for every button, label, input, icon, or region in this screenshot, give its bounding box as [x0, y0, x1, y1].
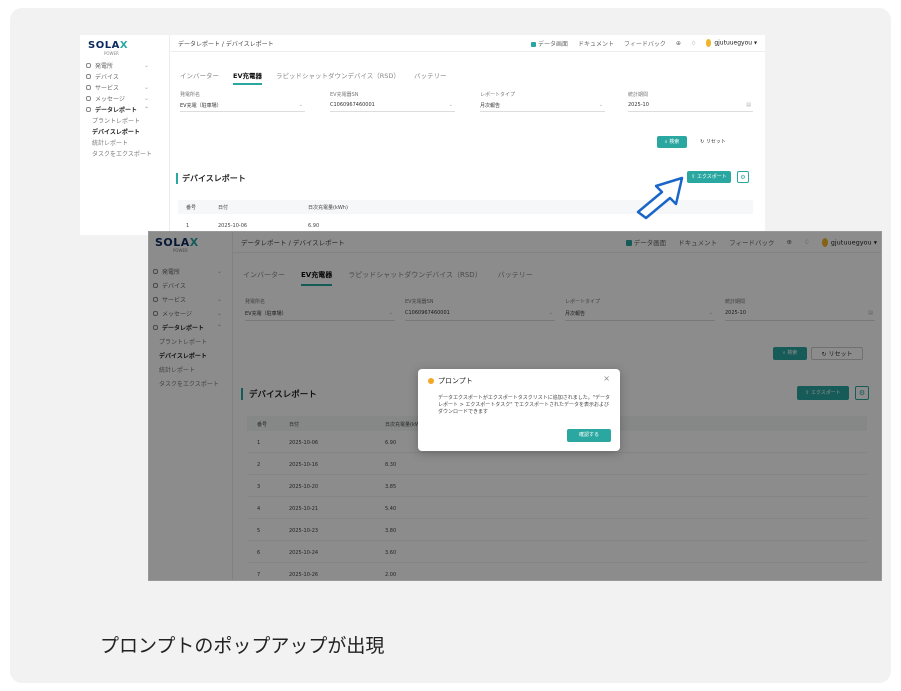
feedback-link[interactable]: フィードバック: [624, 39, 666, 48]
sidebar-item-data-report[interactable]: データレポート ⌃: [80, 104, 169, 115]
sn-select[interactable]: C1060967460001 ⌄: [330, 102, 455, 112]
col-date: 日付: [218, 205, 229, 211]
reset-button[interactable]: ↻ リセット: [693, 136, 733, 148]
solax-logo: SOLAX POWER: [88, 40, 129, 56]
sidebar-item-device-report[interactable]: デバイスレポート: [80, 126, 169, 137]
breadcrumb: データレポート / デバイスレポート: [178, 40, 274, 48]
sidebar: SOLAX POWER 発電所 ⌄ デバイス サービス ⌄ メッセージ ⌄ データレポ…: [80, 35, 170, 235]
close-icon[interactable]: ×: [603, 374, 610, 383]
prompt-dialog: プロンプト × データエクスポートがエクスポートタスクリストに追加されました。"…: [418, 369, 620, 451]
col-no: 番号: [186, 205, 197, 211]
chevron-down-icon: ⌄: [143, 95, 149, 102]
service-icon: [86, 85, 91, 90]
sn-label: EV充電器SN: [330, 92, 359, 98]
report-icon: [86, 107, 91, 112]
chevron-down-icon: ⌄: [143, 84, 149, 91]
slide-caption: プロンプトのポップアップが出現: [100, 635, 385, 657]
search-button[interactable]: ⌕ 検索: [657, 136, 687, 148]
top-bar: データレポート / デバイスレポート データ画面 ドキュメント フィードバック …: [170, 35, 765, 52]
tab-ev-charger[interactable]: EV充電器: [233, 70, 262, 85]
sidebar-item-export-tasks[interactable]: タスクをエクスポート: [80, 148, 169, 159]
sidebar-item-messages[interactable]: メッセージ ⌄: [80, 93, 169, 104]
plant-icon: [86, 63, 91, 68]
report-title: デバイスレポート: [176, 173, 246, 184]
globe-icon[interactable]: ⊕: [676, 40, 681, 47]
calendar-icon: ▤: [746, 102, 751, 108]
filter-panel: インバーター EV充電器 ラピッドシャットダウンデバイス（RSD） バッテリー …: [170, 62, 765, 152]
tab-battery[interactable]: バッテリー: [414, 70, 447, 85]
warning-icon: [428, 378, 434, 384]
col-kwh: 日次充電量(kWh): [308, 205, 348, 211]
chevron-up-icon: ⌃: [143, 106, 149, 113]
sidebar-item-devices[interactable]: デバイス: [80, 71, 169, 82]
chevron-down-icon: ⌄: [448, 102, 453, 108]
user-menu[interactable]: gjutuuegyou ▾: [706, 39, 757, 47]
device-tabs: インバーター EV充電器 ラピッドシャットダウンデバイス（RSD） バッテリー: [180, 70, 446, 85]
dialog-message: データエクスポートがエクスポートタスクリストに追加されました。"データレポート …: [438, 395, 611, 415]
documents-link[interactable]: ドキュメント: [578, 39, 614, 48]
screen-icon: [530, 41, 536, 47]
plant-label: 発電所名: [180, 92, 201, 98]
plant-select[interactable]: EV充電（駐車場） ⌄: [180, 102, 305, 112]
chevron-down-icon: ⌄: [598, 102, 603, 108]
chevron-down-icon: ⌄: [298, 102, 303, 108]
dialog-title: プロンプト: [438, 377, 473, 385]
device-icon: [86, 74, 91, 79]
data-screen-link[interactable]: データ画面: [530, 39, 568, 48]
chevron-down-icon: ⌄: [143, 62, 149, 69]
avatar: [706, 39, 712, 47]
sidebar-nav: 発電所 ⌄ デバイス サービス ⌄ メッセージ ⌄ データレポート ⌃ プラントレポート…: [80, 60, 169, 159]
type-label: レポートタイプ: [480, 92, 516, 98]
column-settings-button[interactable]: ⚙: [737, 171, 749, 183]
message-icon: [86, 96, 91, 101]
period-picker[interactable]: 2025-10 ▤: [628, 102, 753, 112]
sidebar-item-plant-report[interactable]: プラントレポート: [80, 115, 169, 126]
gear-icon: ⚙: [740, 174, 746, 181]
pointer-arrow-icon: [636, 176, 684, 220]
bell-icon[interactable]: ♢: [691, 40, 696, 47]
tab-inverter[interactable]: インバーター: [180, 70, 219, 85]
sidebar-item-services[interactable]: サービス ⌄: [80, 82, 169, 93]
period-label: 統計期間: [628, 92, 649, 98]
sidebar-item-plants[interactable]: 発電所 ⌄: [80, 60, 169, 71]
header-actions: データ画面 ドキュメント フィードバック ⊕ ♢ gjutuuegyou ▾: [530, 35, 757, 51]
tab-rsd[interactable]: ラピッドシャットダウンデバイス（RSD）: [276, 70, 400, 85]
sidebar-item-stats-report[interactable]: 統計レポート: [80, 137, 169, 148]
type-select[interactable]: 月次報告 ⌄: [480, 102, 605, 112]
confirm-button[interactable]: 確認する: [567, 429, 611, 442]
